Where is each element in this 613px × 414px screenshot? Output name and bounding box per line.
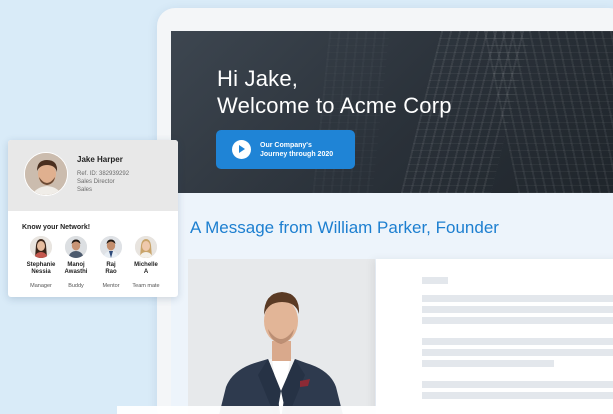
play-icon <box>232 140 251 159</box>
founder-portrait <box>188 259 375 414</box>
avatar <box>30 236 52 258</box>
video-button-label: Our Company's Journey through 2020 <box>260 141 334 158</box>
message-document-preview <box>376 259 613 414</box>
network-title: Know your Network! <box>22 224 91 231</box>
member-relation: Mentor <box>102 283 120 289</box>
welcome-text: Welcome to Acme Corp <box>217 93 452 118</box>
member-relation: Buddy <box>68 283 84 289</box>
avatar <box>24 152 68 196</box>
founder-photo <box>188 259 375 414</box>
employee-profile-card: Jake Harper Ref. ID: 382939292 Sales Dir… <box>8 140 178 297</box>
welcome-heading: Hi Jake, Welcome to Acme Corp <box>217 65 452 119</box>
profile-name: Jake Harper <box>77 155 123 164</box>
onboarding-screen: Hi Jake, Welcome to Acme Corp Our Compan… <box>171 31 613 414</box>
company-journey-video-button[interactable]: Our Company's Journey through 2020 <box>216 130 355 169</box>
profile-role: Sales Director <box>77 179 115 185</box>
member-relation: Manager <box>30 283 52 289</box>
greeting-text: Hi Jake, <box>217 66 299 91</box>
profile-details: Ref. ID: 382939292 Sales Director Sales <box>77 170 129 194</box>
avatar <box>100 236 122 258</box>
member-relation: Team mate <box>132 283 160 289</box>
avatar <box>135 236 157 258</box>
hero-banner: Hi Jake, Welcome to Acme Corp Our Compan… <box>171 31 613 193</box>
founder-message-title: A Message from William Parker, Founder <box>190 218 499 237</box>
profile-department: Sales <box>77 187 93 193</box>
network-member[interactable]: Stephanie Nessia Manager <box>21 236 61 289</box>
network-member[interactable]: Manoj Awasthi Buddy <box>56 236 96 289</box>
network-member[interactable]: Raj Rao Mentor <box>91 236 131 289</box>
avatar <box>65 236 87 258</box>
profile-ref-id: Ref. ID: 382939292 <box>77 171 130 177</box>
bottom-edge <box>117 406 613 414</box>
network-member[interactable]: Michelle A Team mate <box>126 236 166 289</box>
